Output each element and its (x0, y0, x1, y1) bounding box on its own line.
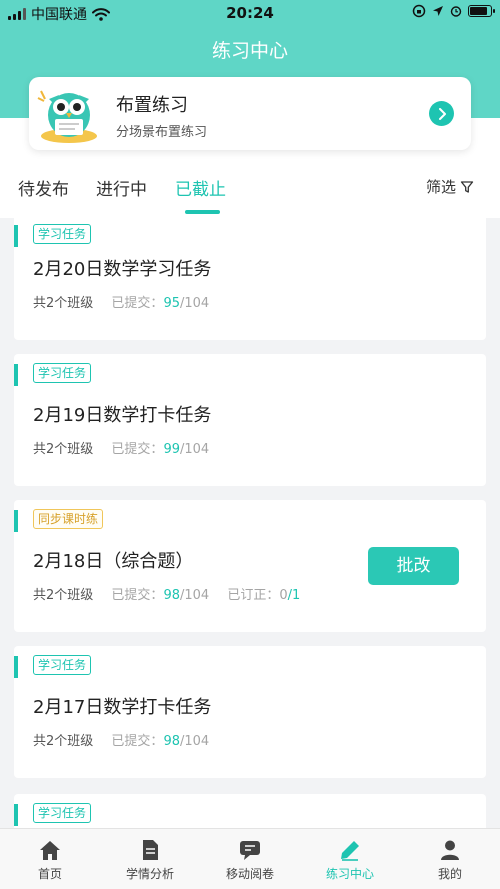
task-meta: 共2个班级 已提交：99/104 (33, 438, 209, 457)
bottom-nav-analysis[interactable]: 学情分析 (100, 829, 200, 889)
person-icon (441, 840, 459, 860)
task-card[interactable]: 同步课时练 2月18日（综合题） 批改 共2个班级 已提交：98/104 已订正… (14, 500, 486, 632)
status-right (412, 4, 495, 18)
card-accent-bar (14, 225, 18, 247)
card-accent-bar (14, 510, 18, 532)
tab-ended[interactable]: 已截止 (175, 175, 226, 200)
location-icon (433, 6, 443, 16)
bottom-nav-home[interactable]: 首页 (0, 829, 100, 889)
submitted-count: 99 (163, 442, 180, 457)
assign-practice-subtitle: 分场景布置练习 (116, 125, 208, 140)
task-tag: 学习任务 (33, 224, 92, 244)
pencil-icon (341, 841, 359, 861)
submitted-label: 已提交： (111, 442, 164, 457)
corrected-label: 已订正： (227, 588, 280, 603)
grade-button[interactable]: 批改 (368, 547, 459, 585)
corrected-count: 0 (279, 588, 288, 603)
task-title: 2月20日数学学习任务 (33, 259, 212, 280)
bottom-nav-label: 移动阅卷 (225, 867, 274, 881)
bottom-navigation: 首页 学情分析 移动阅卷 练习中心 我的 (0, 828, 500, 889)
task-meta: 共2个班级 已提交：95/104 (33, 292, 209, 311)
submitted-label: 已提交： (111, 734, 164, 749)
chevron-right-icon[interactable] (429, 101, 454, 126)
task-title: 2月17日数学打卡任务 (33, 697, 212, 718)
card-accent-bar (14, 364, 18, 386)
bottom-nav-me[interactable]: 我的 (400, 829, 500, 889)
task-card[interactable]: 学习任务 (14, 794, 486, 828)
class-count: 共2个班级 (33, 734, 94, 749)
active-tab-indicator (185, 210, 220, 214)
bottom-nav-practice-center[interactable]: 练习中心 (300, 829, 400, 889)
rotation-lock-icon (412, 4, 426, 18)
submitted-count: 98 (163, 588, 180, 603)
task-tag: 学习任务 (33, 655, 92, 675)
home-icon (40, 841, 60, 860)
task-tag: 学习任务 (33, 363, 92, 383)
owl-mascot-icon (37, 90, 97, 143)
task-meta: 共2个班级 已提交：98/104 已订正：0/1 (33, 584, 300, 603)
bottom-nav-label: 学情分析 (125, 867, 174, 881)
alarm-icon (450, 6, 462, 17)
assign-practice-title: 布置练习 (116, 95, 188, 116)
page-title: 练习中心 (0, 26, 500, 76)
filter-icon (460, 180, 474, 193)
tab-in-progress[interactable]: 进行中 (96, 175, 147, 200)
task-title: 2月19日数学打卡任务 (33, 405, 212, 426)
submitted-label: 已提交： (111, 588, 164, 603)
task-title: 2月18日（综合题） (33, 551, 194, 572)
task-list: 学习任务 2月20日数学学习任务 共2个班级 已提交：95/104 学习任务 2… (0, 218, 500, 828)
bottom-nav-label: 我的 (437, 867, 462, 881)
corrected-total: /1 (287, 588, 301, 603)
assign-practice-card[interactable]: 布置练习 分场景布置练习 (29, 77, 471, 150)
bottom-nav-label: 首页 (37, 867, 62, 881)
submitted-total: /104 (179, 296, 210, 311)
battery-icon (468, 5, 495, 17)
submitted-total: /104 (179, 588, 210, 603)
task-card[interactable]: 学习任务 2月20日数学学习任务 共2个班级 已提交：95/104 (14, 218, 486, 340)
bottom-nav-label: 练习中心 (325, 867, 374, 881)
submitted-count: 98 (163, 734, 180, 749)
submitted-label: 已提交： (111, 296, 164, 311)
chat-icon (240, 841, 260, 860)
card-accent-bar (14, 656, 18, 678)
status-bar: 中国联通 20:24 (0, 0, 500, 26)
task-meta: 共2个班级 已提交：98/104 (33, 730, 209, 749)
filter-button[interactable]: 筛选 (426, 176, 474, 197)
task-tag: 学习任务 (33, 803, 92, 823)
class-count: 共2个班级 (33, 442, 94, 457)
submitted-count: 95 (163, 296, 180, 311)
class-count: 共2个班级 (33, 588, 94, 603)
task-tag: 同步课时练 (33, 509, 104, 529)
submitted-total: /104 (179, 734, 210, 749)
task-card[interactable]: 学习任务 2月17日数学打卡任务 共2个班级 已提交：98/104 (14, 646, 486, 778)
class-count: 共2个班级 (33, 296, 94, 311)
submitted-total: /104 (179, 442, 210, 457)
filter-label: 筛选 (426, 178, 457, 196)
card-accent-bar (14, 804, 18, 826)
document-icon (143, 840, 158, 860)
task-card[interactable]: 学习任务 2月19日数学打卡任务 共2个班级 已提交：99/104 (14, 354, 486, 486)
bottom-nav-mobile-grading[interactable]: 移动阅卷 (200, 829, 300, 889)
tab-pending[interactable]: 待发布 (18, 175, 69, 200)
